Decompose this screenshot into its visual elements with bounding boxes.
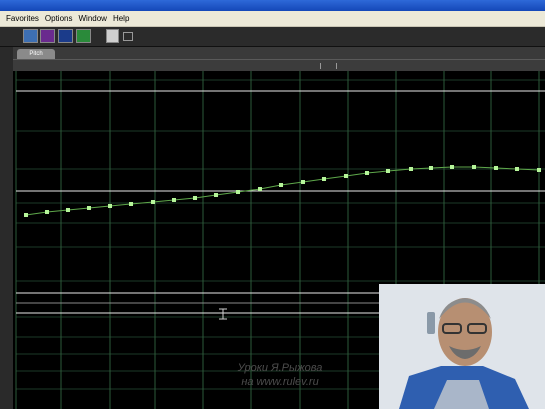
toolbar (0, 27, 545, 47)
title-bar (0, 0, 545, 11)
pitch-point (258, 187, 262, 191)
pitch-point (279, 183, 283, 187)
tool-options-icon[interactable] (123, 32, 133, 41)
pitch-point (236, 190, 240, 194)
green-tool-icon[interactable] (76, 29, 91, 43)
pitch-point (87, 206, 91, 210)
pitch-point (24, 213, 28, 217)
pointer-tool-icon[interactable] (106, 29, 119, 43)
menu-help[interactable]: Help (113, 11, 129, 26)
pitch-point (494, 166, 498, 170)
pitch-point (344, 174, 348, 178)
watermark-line-2: на www.rulev.ru (241, 376, 319, 388)
menu-options[interactable]: Options (45, 11, 73, 26)
purple-tool-icon[interactable] (40, 29, 55, 43)
ruler-tick (336, 63, 337, 69)
pitch-point (515, 167, 519, 171)
menu-favorites[interactable]: Favorites (6, 11, 39, 26)
pitch-point (172, 198, 176, 202)
tab-bar: Pitch (13, 47, 545, 59)
ruler-tick (320, 63, 321, 69)
webcam-overlay (379, 284, 545, 409)
pitch-point (45, 210, 49, 214)
left-panel (0, 47, 14, 409)
presenter-image (379, 284, 545, 409)
pitch-point (365, 171, 369, 175)
watermark: Уроки Я.Рыжова на www.rulev.ru (200, 361, 360, 389)
pitch-point (450, 165, 454, 169)
pitch-point (129, 202, 133, 206)
pitch-point (472, 165, 476, 169)
pitch-point (386, 169, 390, 173)
pitch-point (537, 168, 541, 172)
pitch-point (301, 180, 305, 184)
pitch-point (322, 177, 326, 181)
pitch-point (193, 196, 197, 200)
pitch-point (429, 166, 433, 170)
blue-tool-icon[interactable] (58, 29, 73, 43)
watermark-line-1: Уроки Я.Рыжова (237, 362, 323, 374)
pitch-point (66, 208, 70, 212)
pitch-point (214, 193, 218, 197)
waveform-view-icon[interactable] (23, 29, 38, 43)
menu-window[interactable]: Window (78, 11, 106, 26)
pitch-point (151, 200, 155, 204)
tab-pitch[interactable]: Pitch (17, 49, 55, 59)
pitch-point (108, 204, 112, 208)
menu-bar: Favorites Options Window Help (0, 11, 545, 27)
pitch-point (409, 167, 413, 171)
